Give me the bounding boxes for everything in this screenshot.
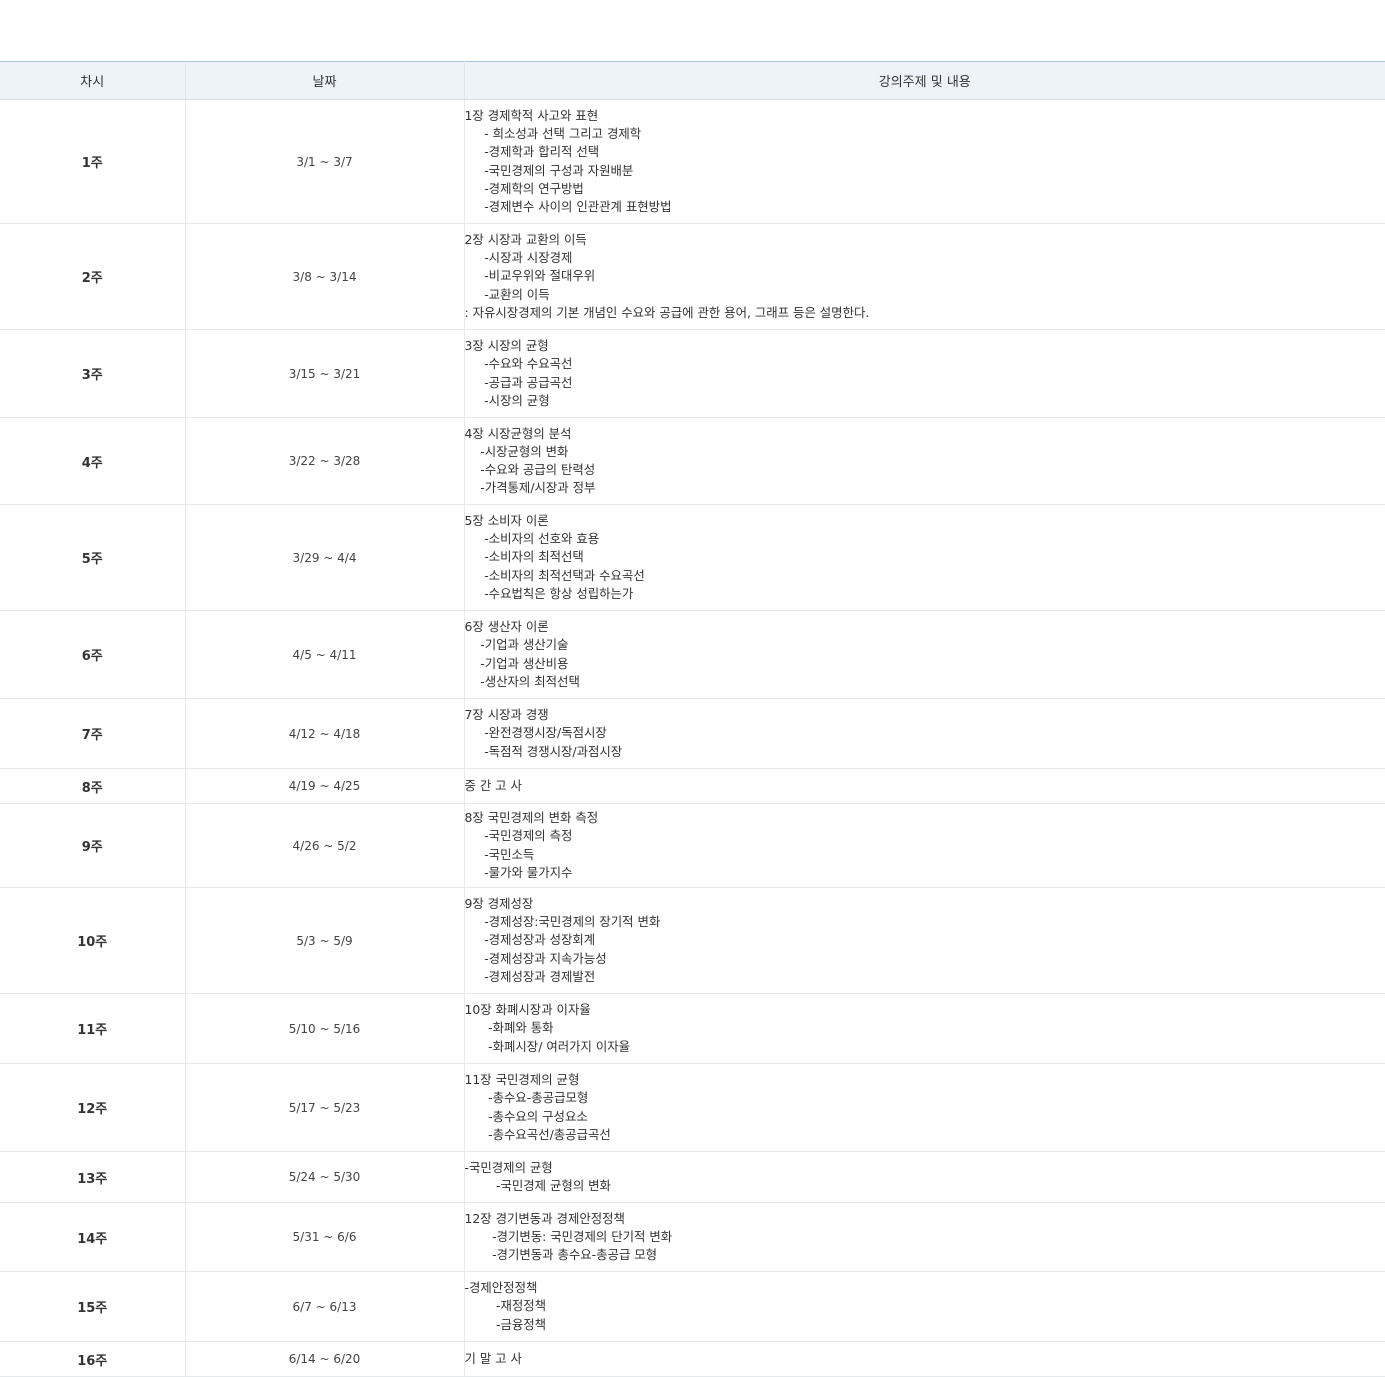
- table-row: 11주 5/10 ~ 5/16 10장 화폐시장과 이자율 -화폐와 통화 -화…: [0, 993, 1385, 1064]
- date-cell: 6/14 ~ 6/20: [185, 1341, 465, 1377]
- table-row: 4주 3/22 ~ 3/28 4장 시장균형의 분석 -시장균형의 변화 -수요…: [0, 417, 1385, 505]
- date-cell: 4/26 ~ 5/2: [185, 803, 465, 888]
- week-cell: 13주: [0, 1151, 186, 1203]
- date-cell: 3/8 ~ 3/14: [185, 223, 465, 330]
- content-cell: 11장 국민경제의 균형 -총수요-총공급모형 -총수요의 구성요소 -총수요곡…: [464, 1063, 1385, 1152]
- week-cell: 7주: [0, 698, 186, 769]
- content-cell: 4장 시장균형의 분석 -시장균형의 변화 -수요와 공급의 탄력성 -가격통제…: [464, 417, 1385, 505]
- table-row: 9주 4/26 ~ 5/2 8장 국민경제의 변화 측정 -국민경제의 측정 -…: [0, 803, 1385, 888]
- week-cell: 14주: [0, 1202, 186, 1272]
- week-cell: 16주: [0, 1341, 186, 1377]
- week-cell: 8주: [0, 768, 186, 804]
- week-cell: 1주: [0, 99, 186, 224]
- date-cell: 5/17 ~ 5/23: [185, 1063, 465, 1152]
- table-row: 16주 6/14 ~ 6/20 기 말 고 사: [0, 1341, 1385, 1377]
- week-cell: 10주: [0, 887, 186, 994]
- date-cell: 4/19 ~ 4/25: [185, 768, 465, 804]
- content-cell: 3장 시장의 균형 -수요와 수요곡선 -공급과 공급곡선 -시장의 균형: [464, 329, 1385, 418]
- date-cell: 5/31 ~ 6/6: [185, 1202, 465, 1272]
- content-cell: 8장 국민경제의 변화 측정 -국민경제의 측정 -국민소득 -물가와 물가지수: [464, 803, 1385, 888]
- week-cell: 15주: [0, 1271, 186, 1342]
- header-session: 차시: [0, 61, 186, 100]
- table-row: 8주 4/19 ~ 4/25 중 간 고 사: [0, 768, 1385, 804]
- syllabus-table: 차시 날짜 강의주제 및 내용 1주 3/1 ~ 3/7 1장 경제학적 사고와…: [0, 61, 1385, 1377]
- content-cell: -경제안정정책 -재정정책 -금융정책: [464, 1271, 1385, 1342]
- date-cell: 4/12 ~ 4/18: [185, 698, 465, 769]
- table-row: 2주 3/8 ~ 3/14 2장 시장과 교환의 이득 -시장과 시장경제 -비…: [0, 223, 1385, 330]
- table-row: 5주 3/29 ~ 4/4 5장 소비자 이론 -소비자의 선호와 효용 -소비…: [0, 504, 1385, 611]
- date-cell: 5/3 ~ 5/9: [185, 887, 465, 994]
- table-row: 3주 3/15 ~ 3/21 3장 시장의 균형 -수요와 수요곡선 -공급과 …: [0, 329, 1385, 418]
- table-row: 15주 6/7 ~ 6/13 -경제안정정책 -재정정책 -금융정책: [0, 1271, 1385, 1342]
- date-cell: 3/1 ~ 3/7: [185, 99, 465, 224]
- date-cell: 3/29 ~ 4/4: [185, 504, 465, 611]
- week-cell: 9주: [0, 803, 186, 888]
- date-cell: 4/5 ~ 4/11: [185, 610, 465, 699]
- header-topic: 강의주제 및 내용: [464, 61, 1385, 100]
- table-row: 13주 5/24 ~ 5/30 -국민경제의 균형 -국민경제 균형의 변화: [0, 1151, 1385, 1203]
- date-cell: 6/7 ~ 6/13: [185, 1271, 465, 1342]
- table-row: 1주 3/1 ~ 3/7 1장 경제학적 사고와 표현 - 희소성과 선택 그리…: [0, 99, 1385, 224]
- content-cell: -국민경제의 균형 -국민경제 균형의 변화: [464, 1151, 1385, 1203]
- week-cell: 2주: [0, 223, 186, 330]
- content-cell: 6장 생산자 이론 -기업과 생산기술 -기업과 생산비용 -생산자의 최적선택: [464, 610, 1385, 699]
- content-cell: 기 말 고 사: [464, 1341, 1385, 1377]
- content-cell: 중 간 고 사: [464, 768, 1385, 804]
- content-cell: 1장 경제학적 사고와 표현 - 희소성과 선택 그리고 경제학 -경제학과 합…: [464, 99, 1385, 224]
- date-cell: 5/10 ~ 5/16: [185, 993, 465, 1064]
- table-row: 6주 4/5 ~ 4/11 6장 생산자 이론 -기업과 생산기술 -기업과 생…: [0, 610, 1385, 699]
- date-cell: 5/24 ~ 5/30: [185, 1151, 465, 1203]
- content-cell: 12장 경기변동과 경제안정정책 -경기변동: 국민경제의 단기적 변화 -경기…: [464, 1202, 1385, 1272]
- schedule-container: 차시 날짜 강의주제 및 내용 1주 3/1 ~ 3/7 1장 경제학적 사고와…: [0, 61, 1385, 1377]
- table-row: 14주 5/31 ~ 6/6 12장 경기변동과 경제안정정책 -경기변동: 국…: [0, 1202, 1385, 1272]
- week-cell: 4주: [0, 417, 186, 505]
- content-cell: 2장 시장과 교환의 이득 -시장과 시장경제 -비교우위와 절대우위 -교환의…: [464, 223, 1385, 330]
- table-row: 12주 5/17 ~ 5/23 11장 국민경제의 균형 -총수요-총공급모형 …: [0, 1063, 1385, 1152]
- content-cell: 10장 화폐시장과 이자율 -화폐와 통화 -화폐시장/ 여러가지 이자율: [464, 993, 1385, 1064]
- table-row: 7주 4/12 ~ 4/18 7장 시장과 경쟁 -완전경쟁시장/독점시장 -독…: [0, 698, 1385, 769]
- week-cell: 6주: [0, 610, 186, 699]
- content-cell: 9장 경제성장 -경제성장:국민경제의 장기적 변화 -경제성장과 성장회계 -…: [464, 887, 1385, 994]
- week-cell: 11주: [0, 993, 186, 1064]
- content-cell: 5장 소비자 이론 -소비자의 선호와 효용 -소비자의 최적선택 -소비자의 …: [464, 504, 1385, 611]
- week-cell: 5주: [0, 504, 186, 611]
- table-header-row: 차시 날짜 강의주제 및 내용: [0, 61, 1385, 100]
- content-cell: 7장 시장과 경쟁 -완전경쟁시장/독점시장 -독점적 경쟁시장/과점시장: [464, 698, 1385, 769]
- table-row: 10주 5/3 ~ 5/9 9장 경제성장 -경제성장:국민경제의 장기적 변화…: [0, 887, 1385, 994]
- date-cell: 3/22 ~ 3/28: [185, 417, 465, 505]
- week-cell: 12주: [0, 1063, 186, 1152]
- header-date: 날짜: [185, 61, 465, 100]
- date-cell: 3/15 ~ 3/21: [185, 329, 465, 418]
- week-cell: 3주: [0, 329, 186, 418]
